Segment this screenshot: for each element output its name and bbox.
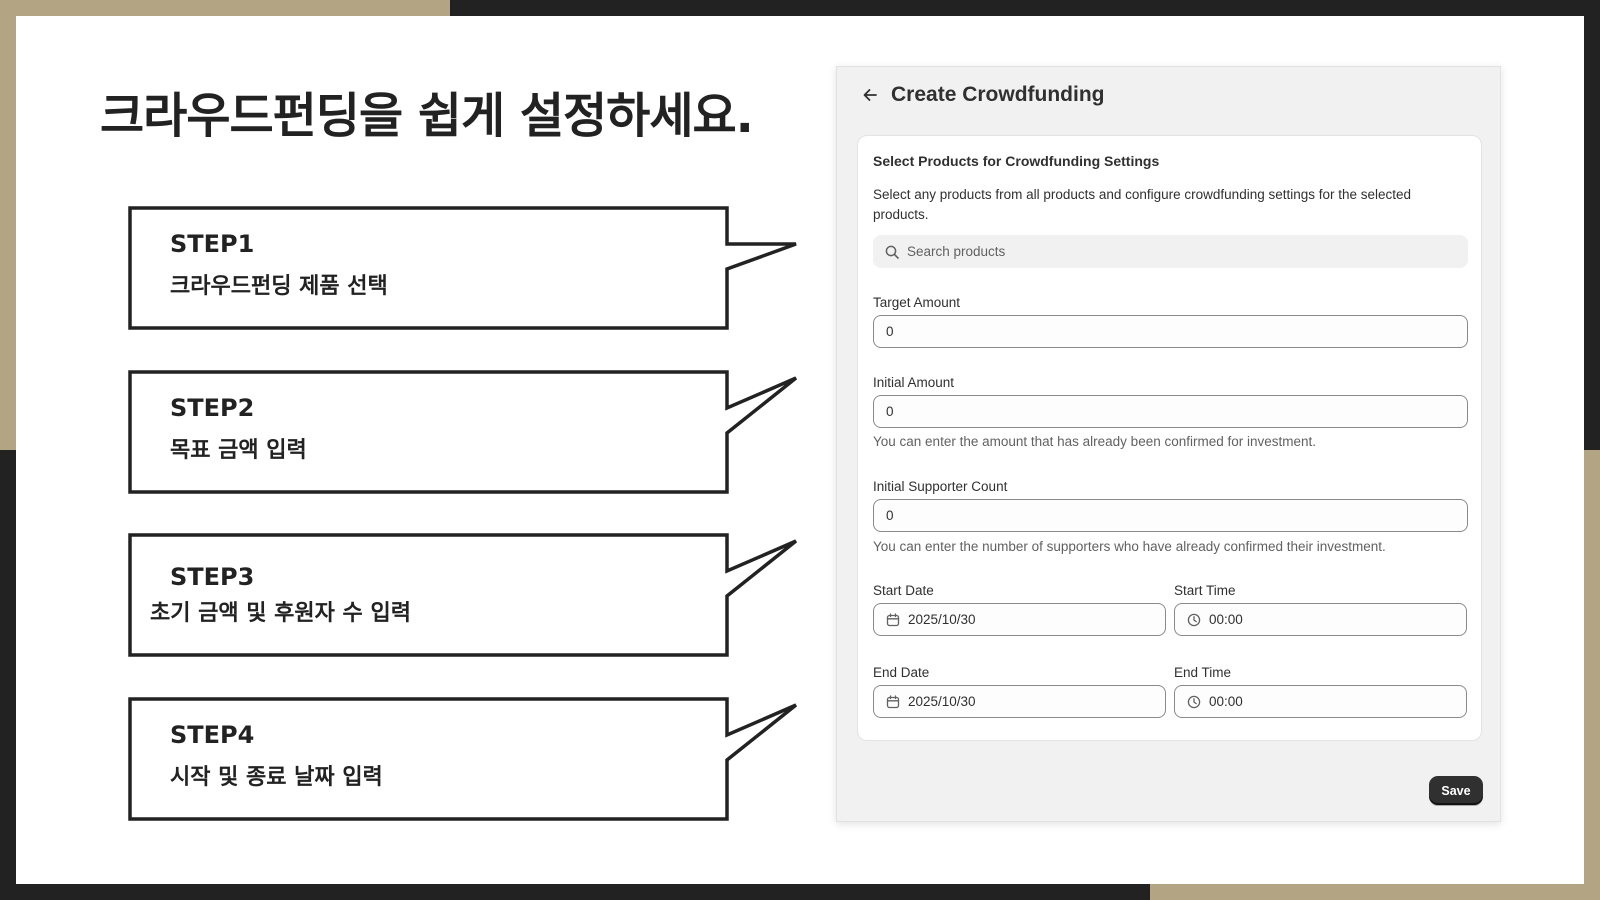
start-date-picker[interactable]: 2025/10/30 bbox=[873, 603, 1166, 636]
step-callout-4: STEP4 시작 및 종료 날짜 입력 bbox=[128, 697, 798, 823]
start-date-value: 2025/10/30 bbox=[908, 612, 976, 627]
start-time-picker[interactable]: 00:00 bbox=[1174, 603, 1467, 636]
frame-bar-top bbox=[450, 0, 1600, 16]
end-time-picker[interactable]: 00:00 bbox=[1174, 685, 1467, 718]
step-callout-1: STEP1 크라우드펀딩 제품 선택 bbox=[128, 206, 798, 332]
target-amount-input[interactable] bbox=[873, 315, 1468, 348]
end-time-label: End Time bbox=[1174, 665, 1232, 680]
step-description: 목표 금액 입력 bbox=[170, 438, 307, 463]
step-title: STEP3 bbox=[170, 563, 255, 591]
initial-amount-label: Initial Amount bbox=[873, 375, 955, 390]
product-settings-card: Select Products for Crowdfunding Setting… bbox=[857, 135, 1482, 741]
initial-supporter-count-label: Initial Supporter Count bbox=[873, 479, 1008, 494]
step-description: 초기 금액 및 후원자 수 입력 bbox=[150, 601, 411, 626]
frame-bar-right-top bbox=[1584, 0, 1600, 450]
panel-title: Create Crowdfunding bbox=[891, 83, 1105, 106]
clock-icon bbox=[1187, 613, 1201, 626]
step-callout-3: STEP3 초기 금액 및 후원자 수 입력 bbox=[128, 533, 798, 659]
frame-accent-bottom-right bbox=[1150, 884, 1600, 900]
start-time-value: 00:00 bbox=[1209, 612, 1243, 627]
panel-header: Create Crowdfunding bbox=[859, 83, 1105, 107]
card-title: Select Products for Crowdfunding Setting… bbox=[873, 153, 1160, 169]
save-button[interactable]: Save bbox=[1429, 776, 1483, 805]
create-crowdfunding-panel: Create Crowdfunding Select Products for … bbox=[836, 66, 1501, 822]
initial-supporter-count-input[interactable] bbox=[873, 499, 1468, 532]
arrow-left-icon[interactable] bbox=[859, 84, 881, 106]
search-products-input[interactable] bbox=[907, 244, 1447, 259]
initial-amount-input[interactable] bbox=[873, 395, 1468, 428]
step-description: 시작 및 종료 날짜 입력 bbox=[170, 765, 383, 790]
product-search-box bbox=[873, 235, 1468, 268]
frame-accent-right-bottom bbox=[1584, 450, 1600, 900]
step-title: STEP2 bbox=[170, 394, 255, 422]
step-description: 크라우드펀딩 제품 선택 bbox=[170, 274, 388, 299]
frame-bar-bottom bbox=[0, 884, 1150, 900]
target-amount-label: Target Amount bbox=[873, 295, 961, 310]
step-callout-2: STEP2 목표 금액 입력 bbox=[128, 370, 798, 496]
calendar-icon bbox=[886, 612, 900, 626]
calendar-icon bbox=[886, 694, 900, 708]
end-date-value: 2025/10/30 bbox=[908, 694, 976, 709]
frame-bar-left-bottom bbox=[0, 450, 16, 900]
clock-icon bbox=[1187, 695, 1201, 708]
start-time-label: Start Time bbox=[1174, 583, 1236, 598]
step-title: STEP4 bbox=[170, 721, 255, 749]
page-headline: 크라우드펀딩을 쉽게 설정하세요. bbox=[100, 88, 754, 144]
initial-supporter-count-help: You can enter the number of supporters w… bbox=[873, 539, 1386, 554]
end-date-picker[interactable]: 2025/10/30 bbox=[873, 685, 1166, 718]
card-description: Select any products from all products an… bbox=[873, 187, 1412, 222]
end-time-value: 00:00 bbox=[1209, 694, 1243, 709]
start-date-label: Start Date bbox=[873, 583, 934, 598]
step-title: STEP1 bbox=[170, 230, 255, 258]
end-date-label: End Date bbox=[873, 665, 930, 680]
search-icon bbox=[885, 245, 899, 259]
initial-amount-help: You can enter the amount that has alread… bbox=[873, 434, 1317, 449]
